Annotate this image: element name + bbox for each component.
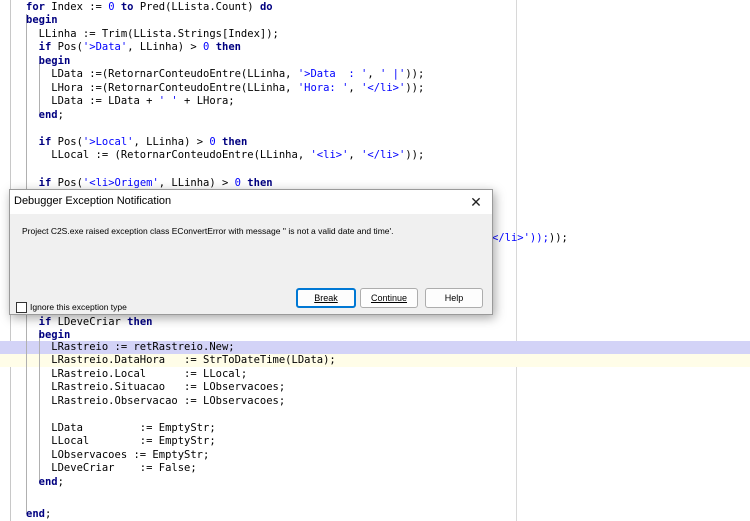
code-line[interactable]: end; <box>26 508 51 521</box>
code-line-fragment: </li>'));)); <box>492 232 568 244</box>
dialog-title: Debugger Exception Notification <box>14 195 172 207</box>
checkbox-label[interactable]: Ignore this exception type <box>30 302 127 312</box>
break-button[interactable]: Break <box>296 288 356 308</box>
close-icon[interactable]: ✕ <box>466 192 486 212</box>
right-margin-line <box>516 0 517 521</box>
continue-button[interactable]: Continue <box>360 288 418 308</box>
help-button[interactable]: Help <box>425 288 483 308</box>
code-line[interactable]: if LDeveCriar then <box>26 316 153 329</box>
code-line[interactable]: begin <box>26 55 71 68</box>
code-string: </li>')); <box>492 232 549 244</box>
code-line[interactable]: LRastreio.Observacao := LObservacoes; <box>26 395 285 408</box>
code-line[interactable]: LRastreio.DataHora := StrToDateTime(LDat… <box>26 354 335 367</box>
exception-dialog: Debugger Exception Notification ✕ Projec… <box>9 189 493 315</box>
code-line[interactable]: if Pos('>Local', LLinha) > 0 then <box>26 136 248 149</box>
code-line[interactable]: LData := LData + ' ' + LHora; <box>26 95 234 108</box>
code-line[interactable]: LRastreio.Local := LLocal; <box>26 368 247 381</box>
code-line[interactable]: LLinha := Trim(LLista.Strings[Index]); <box>26 28 279 41</box>
code-line[interactable]: end; <box>26 476 64 489</box>
code-line[interactable]: LLocal := EmptyStr; <box>26 435 215 448</box>
code-line[interactable]: LObservacoes := EmptyStr; <box>26 449 209 462</box>
ignore-exception-checkbox[interactable]: Ignore this exception type <box>16 300 127 314</box>
code-line[interactable]: end; <box>26 109 64 122</box>
code-line[interactable]: begin <box>26 14 58 27</box>
code-line[interactable]: LRastreio.Situacao := LObservacoes; <box>26 381 285 394</box>
code-line[interactable]: for Index := 0 to Pred(LLista.Count) do <box>26 1 273 14</box>
code-line[interactable]: LData :=(RetornarConteudoEntre(LLinha, '… <box>26 68 424 81</box>
code-line[interactable]: LLocal := (RetornarConteudoEntre(LLinha,… <box>26 149 424 162</box>
code-line[interactable]: LHora :=(RetornarConteudoEntre(LLinha, '… <box>26 82 424 95</box>
code-line[interactable]: LData := EmptyStr; <box>26 422 215 435</box>
dialog-title-bar[interactable]: Debugger Exception Notification ✕ <box>10 190 492 214</box>
code-line[interactable]: LRastreio := retRastreio.New; <box>26 341 234 354</box>
checkbox-box[interactable] <box>16 301 27 313</box>
exception-message: Project C2S.exe raised exception class E… <box>22 226 394 236</box>
code-line[interactable]: if Pos('>Data', LLinha) > 0 then <box>26 41 241 54</box>
code-line[interactable]: LDeveCriar := False; <box>26 462 196 475</box>
